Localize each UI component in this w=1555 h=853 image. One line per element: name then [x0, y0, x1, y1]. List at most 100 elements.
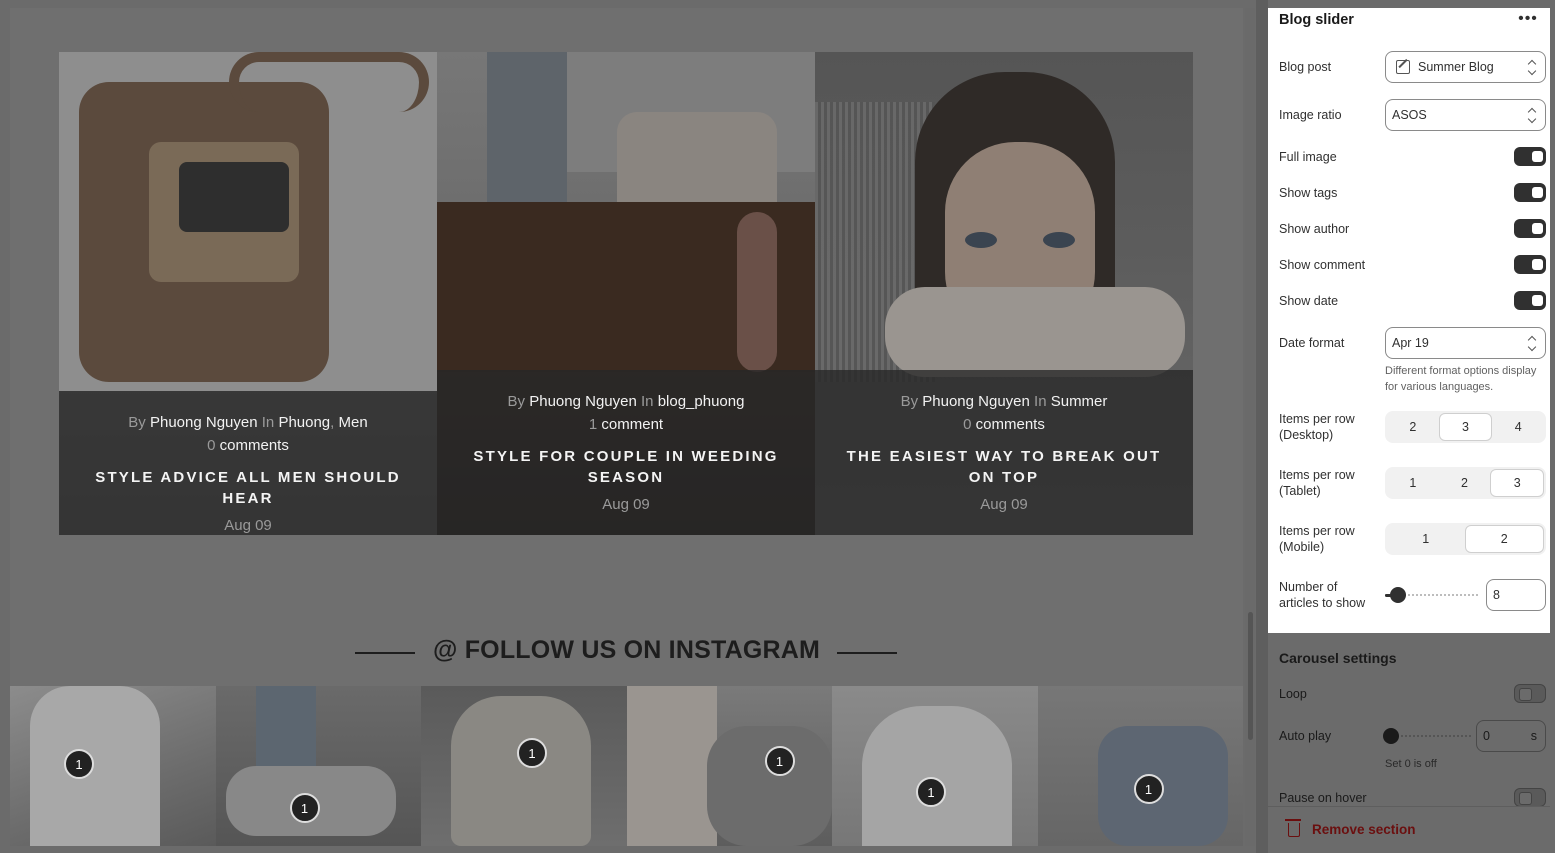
blog-post-label: Blog post: [1279, 60, 1332, 74]
comments-link[interactable]: comments: [220, 437, 289, 454]
blog-date: Aug 09: [980, 496, 1028, 513]
comment-count: 0: [207, 437, 216, 454]
tag-count-badge[interactable]: 1: [517, 738, 547, 768]
items-mobile-selector: 1 2: [1385, 523, 1546, 555]
blog-card[interactable]: By Phuong Nguyen In Phuong, Men 0 commen…: [59, 52, 437, 535]
date-format-help: Different format options display for var…: [1385, 365, 1537, 393]
chevron-updown-icon: [1527, 106, 1537, 124]
pause-on-hover-toggle[interactable]: [1514, 788, 1546, 807]
panel-title: Blog slider: [1279, 12, 1354, 28]
loop-label: Loop: [1279, 687, 1307, 701]
tag-link[interactable]: Phuong: [278, 414, 330, 431]
auto-play-input[interactable]: 0 s: [1476, 720, 1546, 752]
edit-icon: [1396, 60, 1410, 74]
date-format-select[interactable]: Apr 19: [1385, 327, 1546, 359]
instagram-tile[interactable]: 1: [626, 686, 832, 846]
blog-card[interactable]: By Phuong Nguyen In Summer 0 comments TH…: [815, 52, 1193, 535]
preview-scrollbar[interactable]: [1245, 8, 1255, 846]
author-link[interactable]: Phuong Nguyen: [529, 393, 637, 410]
loop-toggle[interactable]: [1514, 684, 1546, 703]
author-link[interactable]: Phuong Nguyen: [922, 393, 1030, 410]
blog-date: Aug 09: [224, 517, 272, 534]
items-mobile-option[interactable]: 2: [1464, 525, 1544, 553]
blog-slider: By Phuong Nguyen In Phuong, Men 0 commen…: [59, 52, 1193, 535]
chevron-updown-icon: [1527, 58, 1537, 76]
instagram-tile[interactable]: 1: [421, 686, 627, 846]
blog-title[interactable]: THE EASIEST WAY TO BREAK OUT ON TOP: [839, 446, 1169, 488]
show-comment-label: Show comment: [1279, 258, 1366, 272]
image-ratio-label: Image ratio: [1279, 108, 1342, 122]
blog-post-value: Summer Blog: [1418, 60, 1494, 74]
articles-count-input[interactable]: 8: [1486, 579, 1546, 611]
full-image-toggle[interactable]: [1514, 147, 1546, 166]
scrollbar-thumb[interactable]: [1248, 612, 1253, 740]
blog-card-info: By Phuong Nguyen In Phuong, Men 0 commen…: [59, 391, 437, 535]
panel-divider: [1256, 0, 1268, 853]
tag-link[interactable]: Summer: [1051, 393, 1108, 410]
blog-post-select[interactable]: Summer Blog: [1385, 51, 1546, 83]
tag-count-badge[interactable]: 1: [916, 777, 946, 807]
auto-play-label: Auto play: [1279, 729, 1332, 743]
instagram-tile[interactable]: 1: [215, 686, 421, 846]
tag-link[interactable]: Men: [339, 414, 368, 431]
in-label: In: [261, 414, 275, 431]
show-comment-toggle[interactable]: [1514, 255, 1546, 274]
tag-count-badge[interactable]: 1: [1133, 774, 1164, 804]
auto-play-slider-thumb[interactable]: [1383, 728, 1399, 744]
tag-count-badge[interactable]: 1: [764, 746, 795, 776]
items-mobile-option[interactable]: 1: [1387, 525, 1465, 553]
instagram-tile[interactable]: 1: [1037, 686, 1243, 846]
items-desktop-option[interactable]: 2: [1387, 413, 1439, 441]
image-ratio-select[interactable]: ASOS: [1385, 99, 1546, 131]
comments-link[interactable]: comments: [976, 416, 1045, 433]
instagram-title: @ FOLLOW US ON INSTAGRAM: [432, 636, 820, 664]
date-format-value: Apr 19: [1392, 336, 1429, 350]
items-tablet-option[interactable]: 1: [1387, 469, 1439, 497]
instagram-feed: 1 1 1 1 1 1: [10, 686, 1243, 846]
auto-play-value: 0: [1483, 729, 1490, 743]
auto-play-help: Set 0 is off: [1385, 758, 1437, 770]
comment-count: 1: [588, 416, 598, 433]
tag-count-badge[interactable]: 1: [64, 749, 94, 779]
by-label: By: [900, 393, 919, 410]
show-author-toggle[interactable]: [1514, 219, 1546, 238]
full-image-label: Full image: [1279, 150, 1337, 164]
instagram-tile[interactable]: 1: [10, 686, 216, 846]
items-tablet-label: Items per row (Tablet): [1279, 468, 1355, 498]
items-tablet-option[interactable]: 2: [1439, 469, 1491, 497]
items-desktop-option[interactable]: 3: [1438, 413, 1493, 441]
tag-link[interactable]: blog_phuong: [658, 393, 745, 410]
articles-count-label: Number of articles to show: [1279, 580, 1366, 610]
trash-icon: [1285, 818, 1301, 837]
instagram-tile[interactable]: 1: [832, 686, 1038, 846]
by-label: By: [128, 414, 146, 431]
show-date-toggle[interactable]: [1514, 291, 1546, 310]
auto-play-unit: s: [1530, 729, 1537, 743]
show-date-label: Show date: [1279, 294, 1339, 308]
blog-title[interactable]: STYLE ADVICE ALL MEN SHOULD HEAR: [83, 467, 413, 509]
tag-count-badge[interactable]: 1: [289, 793, 320, 823]
instagram-heading: @ FOLLOW US ON INSTAGRAM: [10, 636, 1243, 665]
blog-card[interactable]: By Phuong Nguyen In blog_phuong 1 commen…: [437, 52, 815, 535]
blog-date: Aug 09: [602, 496, 650, 513]
items-tablet-selector: 1 2 3: [1385, 467, 1546, 499]
items-mobile-label: Items per row (Mobile): [1279, 524, 1355, 554]
more-actions-button[interactable]: •••: [1518, 10, 1538, 30]
pause-on-hover-label: Pause on hover: [1279, 791, 1367, 805]
heading-divider: [837, 652, 897, 654]
section-settings-panel: Blog slider ••• Blog post Summer Blog Im…: [1268, 8, 1550, 633]
items-tablet-option[interactable]: 3: [1490, 469, 1545, 497]
show-author-label: Show author: [1279, 222, 1350, 236]
remove-section-label: Remove section: [1312, 822, 1416, 837]
image-ratio-value: ASOS: [1392, 108, 1427, 122]
remove-section-bar: Remove section: [1268, 806, 1550, 853]
comments-link[interactable]: comment: [601, 416, 663, 433]
author-link[interactable]: Phuong Nguyen: [150, 414, 258, 431]
show-tags-toggle[interactable]: [1514, 183, 1546, 202]
articles-slider-thumb[interactable]: [1390, 587, 1407, 603]
chevron-updown-icon: [1527, 334, 1537, 352]
items-desktop-option[interactable]: 4: [1492, 413, 1544, 441]
remove-section-button[interactable]: Remove section: [1285, 818, 1416, 837]
blog-title[interactable]: STYLE FOR COUPLE IN WEEDING SEASON: [461, 446, 791, 488]
items-desktop-selector: 2 3 4: [1385, 411, 1546, 443]
